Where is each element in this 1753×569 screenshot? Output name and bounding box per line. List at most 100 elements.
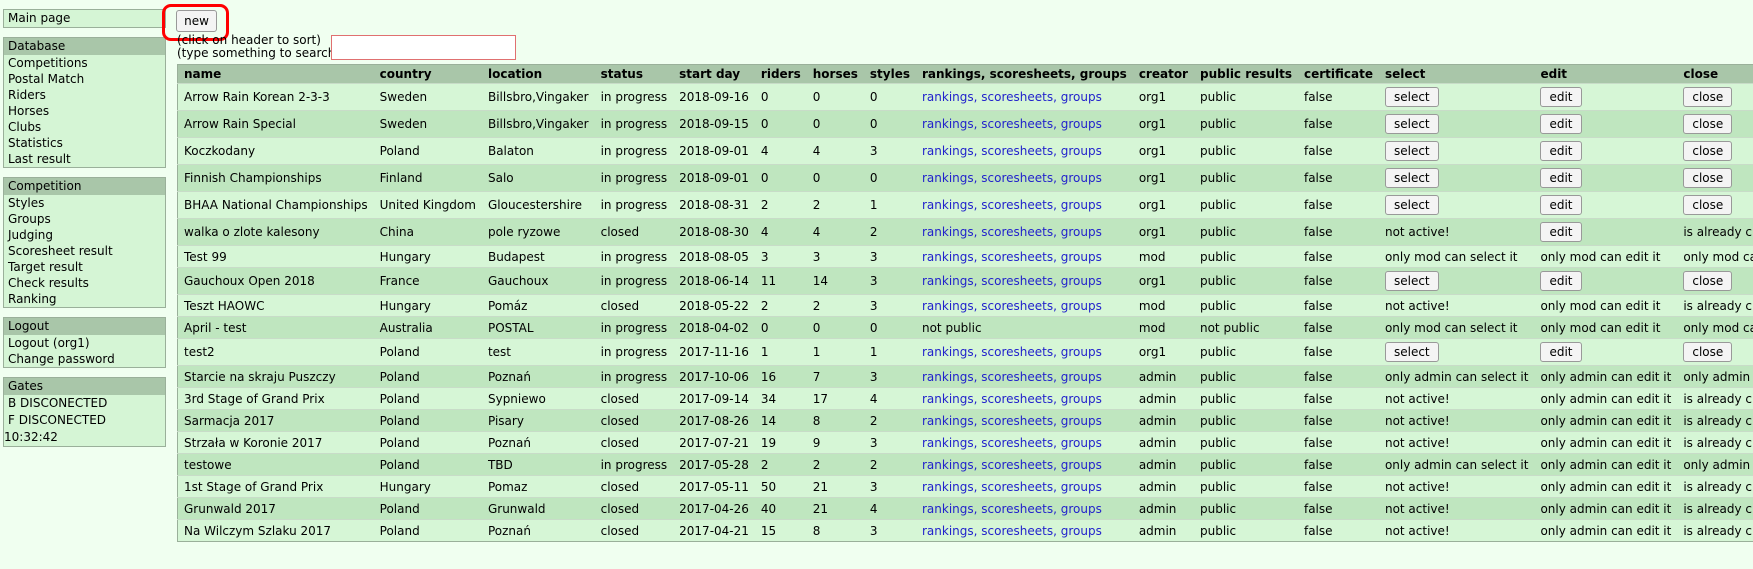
table-row: Test 99 Hungary Budapest in progress 2018-08… (177, 245, 1753, 268)
table-row: test2 Poland test in progress 2017-11-16 1 1 1 r… (177, 338, 1753, 366)
header-location[interactable]: location (481, 64, 595, 84)
edit-button[interactable]: edit (1540, 114, 1582, 134)
edit-button[interactable]: edit (1540, 342, 1582, 362)
close-button[interactable]: close (1683, 342, 1733, 362)
rankings-scoresheets-groups-link[interactable]: rankings, scoresheets, groups (922, 144, 1102, 158)
cell-location: Pomáz (481, 294, 595, 317)
close-button[interactable]: close (1683, 271, 1733, 291)
close-button[interactable]: close (1683, 87, 1733, 107)
menu-judging[interactable]: Judging (4, 227, 165, 243)
menu-ranking[interactable]: Ranking (4, 291, 165, 307)
cell-select: select (1378, 110, 1535, 138)
select-button[interactable]: select (1384, 195, 1439, 215)
cell-horses: 21 (806, 497, 864, 520)
rankings-scoresheets-groups-link[interactable]: rankings, scoresheets, groups (922, 414, 1102, 428)
gates-clock: 10:32:42 (4, 430, 58, 444)
header-start-day[interactable]: start day (673, 64, 755, 84)
rankings-scoresheets-groups-link[interactable]: rankings, scoresheets, groups (922, 117, 1102, 131)
header-country[interactable]: country (373, 64, 482, 84)
header-rankings-scoresheets-groups[interactable]: rankings, scoresheets, groups (915, 64, 1133, 84)
select-button[interactable]: select (1384, 141, 1439, 161)
rankings-scoresheets-groups-link[interactable]: rankings, scoresheets, groups (922, 524, 1102, 538)
close-button[interactable]: close (1683, 195, 1733, 215)
header-status[interactable]: status (594, 64, 674, 84)
header-public-results[interactable]: public results (1193, 64, 1298, 84)
rankings-scoresheets-groups-link[interactable]: rankings, scoresheets, groups (922, 299, 1102, 313)
cell-certificate: false (1297, 316, 1379, 339)
rankings-scoresheets-groups-link[interactable]: rankings, scoresheets, groups (922, 225, 1102, 239)
menu-target-result[interactable]: Target result (4, 259, 165, 275)
select-button[interactable]: select (1384, 271, 1439, 291)
menu-competitions[interactable]: Competitions (4, 55, 165, 71)
rankings-scoresheets-groups-link[interactable]: rankings, scoresheets, groups (922, 480, 1102, 494)
menu-clubs[interactable]: Clubs (4, 119, 165, 135)
cell-public-results: public (1193, 191, 1298, 219)
competitions-table: name country location status start day riders… (177, 64, 1753, 542)
select-button[interactable]: select (1384, 87, 1439, 107)
header-edit[interactable]: edit (1534, 64, 1678, 84)
header-certificate[interactable]: certificate (1297, 64, 1379, 84)
cell-location: Sypniewo (481, 387, 595, 410)
rankings-scoresheets-groups-link[interactable]: rankings, scoresheets, groups (922, 436, 1102, 450)
close-button[interactable]: close (1683, 168, 1733, 188)
cell-horses: 8 (806, 519, 864, 542)
cell-rankings: not public (915, 316, 1133, 339)
header-styles[interactable]: styles (863, 64, 916, 84)
rankings-scoresheets-groups-link[interactable]: rankings, scoresheets, groups (922, 90, 1102, 104)
rankings-scoresheets-groups-link[interactable]: rankings, scoresheets, groups (922, 392, 1102, 406)
rankings-scoresheets-groups-link[interactable]: rankings, scoresheets, groups (922, 370, 1102, 384)
edit-button[interactable]: edit (1540, 141, 1582, 161)
rankings-scoresheets-groups-link[interactable]: rankings, scoresheets, groups (922, 345, 1102, 359)
menu-last-result[interactable]: Last result (4, 151, 165, 167)
table-header-row: name country location status start day riders… (177, 64, 1753, 84)
cell-name: Strzała w Koronie 2017 (177, 431, 374, 454)
close-button[interactable]: close (1683, 141, 1733, 161)
select-button[interactable]: select (1384, 342, 1439, 362)
cell-edit: only admin can edit it (1534, 475, 1678, 498)
header-riders[interactable]: riders (754, 64, 807, 84)
cell-creator: org1 (1132, 137, 1194, 165)
cell-rankings: rankings, scoresheets, groups (915, 431, 1133, 454)
header-creator[interactable]: creator (1132, 64, 1194, 84)
menu-horses[interactable]: Horses (4, 103, 165, 119)
rankings-scoresheets-groups-link[interactable]: rankings, scoresheets, groups (922, 250, 1102, 264)
menu-postal-match[interactable]: Postal Match (4, 71, 165, 87)
cell-select: only mod can select it (1378, 316, 1535, 339)
rankings-scoresheets-groups-link[interactable]: rankings, scoresheets, groups (922, 274, 1102, 288)
rankings-scoresheets-groups-link[interactable]: rankings, scoresheets, groups (922, 502, 1102, 516)
cell-status: in progress (594, 164, 674, 192)
cell-riders: 0 (754, 83, 807, 111)
cell-certificate: false (1297, 164, 1379, 192)
edit-button[interactable]: edit (1540, 195, 1582, 215)
menu-scoresheet-result[interactable]: Scoresheet result (4, 243, 165, 259)
cell-select: not active! (1378, 387, 1535, 410)
header-select[interactable]: select (1378, 64, 1535, 84)
rankings-scoresheets-groups-link[interactable]: rankings, scoresheets, groups (922, 458, 1102, 472)
edit-button[interactable]: edit (1540, 222, 1582, 242)
cell-status: in progress (594, 245, 674, 268)
menu-statistics[interactable]: Statistics (4, 135, 165, 151)
header-name[interactable]: name (177, 64, 374, 84)
cell-location: Gauchoux (481, 267, 595, 295)
menu-styles[interactable]: Styles (4, 195, 165, 211)
close-button[interactable]: close (1683, 114, 1733, 134)
menu-logout[interactable]: Logout (org1) (4, 335, 165, 351)
edit-button[interactable]: edit (1540, 271, 1582, 291)
cell-status: closed (594, 387, 674, 410)
menu-groups[interactable]: Groups (4, 211, 165, 227)
cell-select: select (1378, 137, 1535, 165)
header-close[interactable]: close (1677, 64, 1753, 84)
cell-edit: only admin can edit it (1534, 365, 1678, 388)
rankings-scoresheets-groups-link[interactable]: rankings, scoresheets, groups (922, 198, 1102, 212)
header-horses[interactable]: horses (806, 64, 864, 84)
edit-button[interactable]: edit (1540, 168, 1582, 188)
main-page-link[interactable]: Main page (3, 9, 166, 28)
select-button[interactable]: select (1384, 168, 1439, 188)
menu-check-results[interactable]: Check results (4, 275, 165, 291)
menu-change-password[interactable]: Change password (4, 351, 165, 367)
search-input[interactable] (331, 35, 516, 60)
select-button[interactable]: select (1384, 114, 1439, 134)
menu-riders[interactable]: Riders (4, 87, 165, 103)
edit-button[interactable]: edit (1540, 87, 1582, 107)
rankings-scoresheets-groups-link[interactable]: rankings, scoresheets, groups (922, 171, 1102, 185)
